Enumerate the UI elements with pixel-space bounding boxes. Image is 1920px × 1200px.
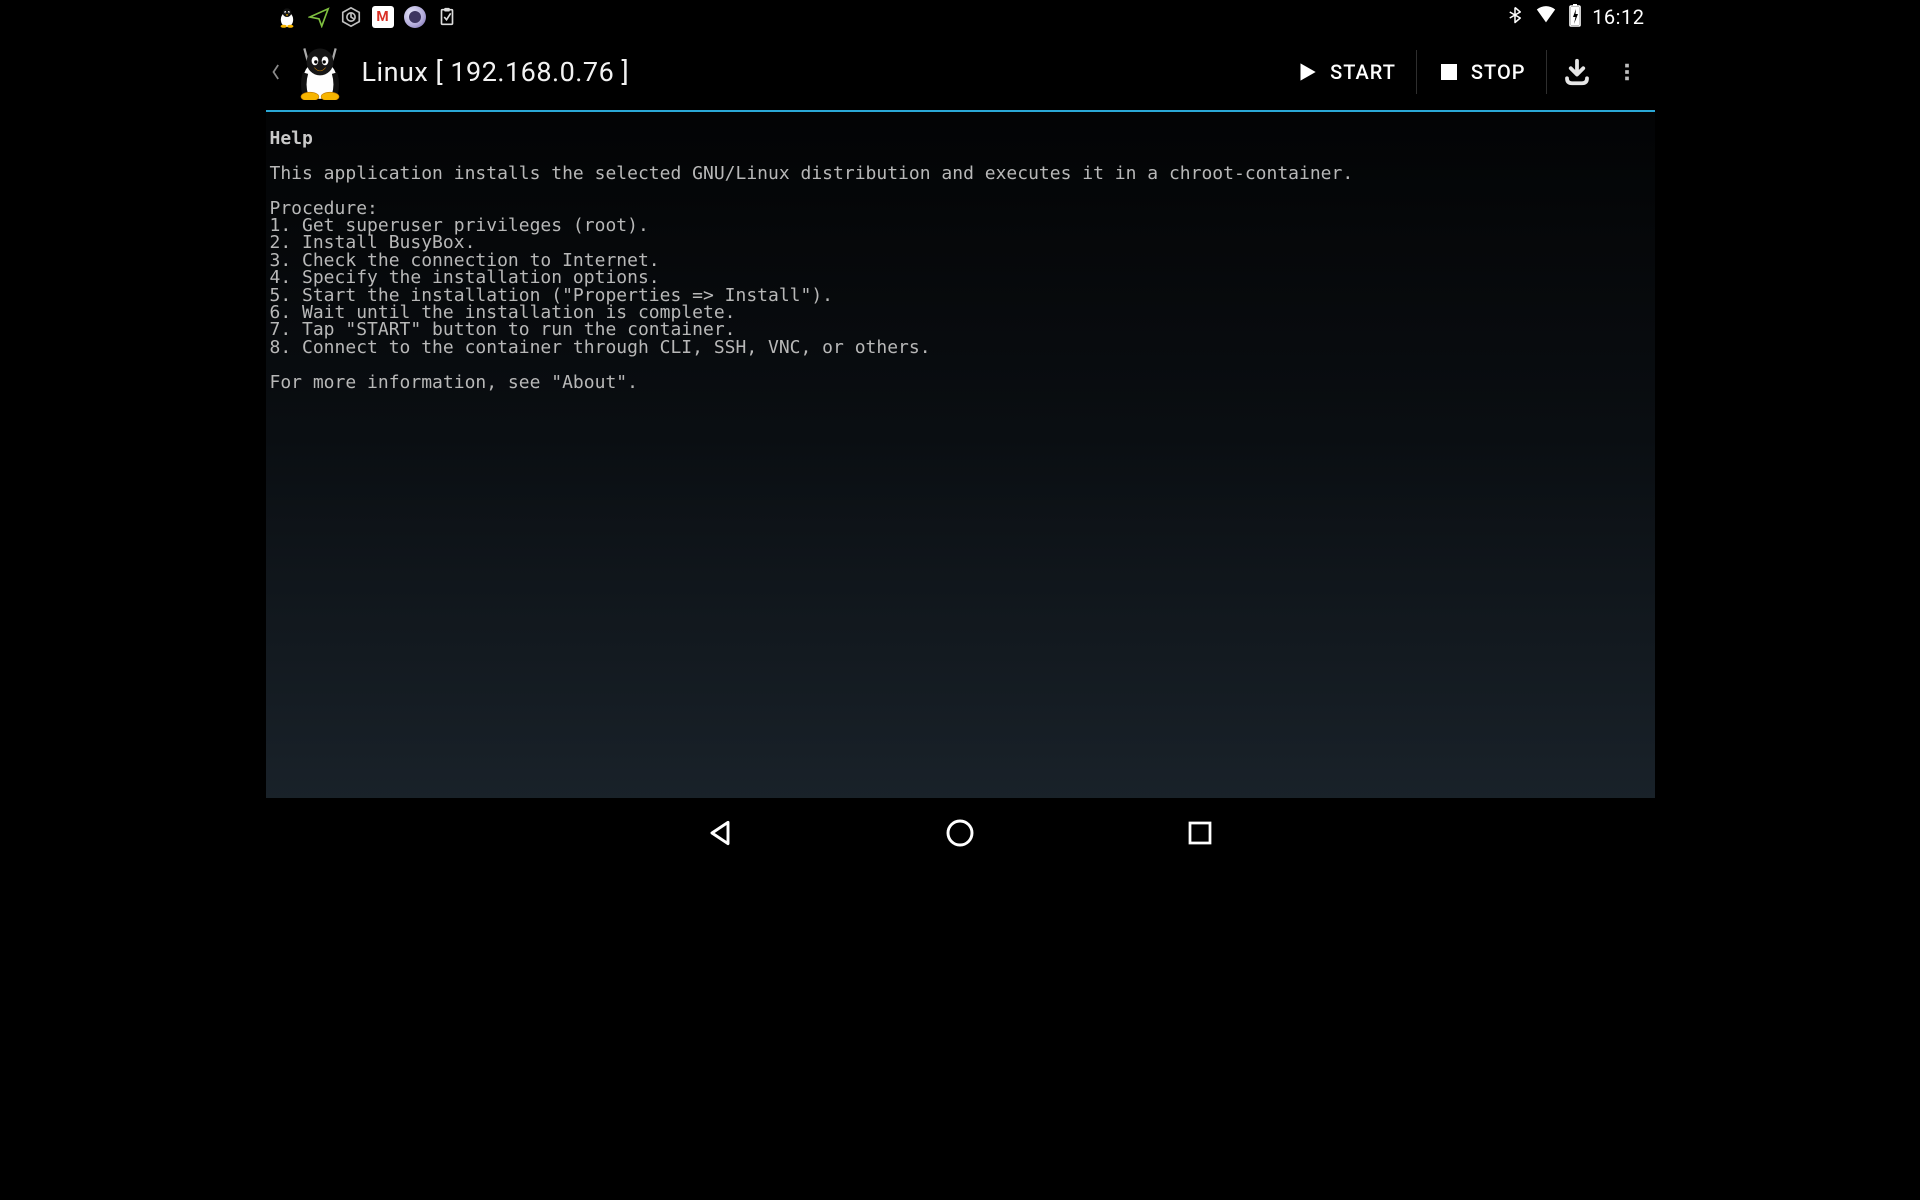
start-button[interactable]: START <box>1274 44 1416 100</box>
nav-recent-button[interactable] <box>1180 813 1220 853</box>
start-button-label: START <box>1330 60 1396 84</box>
gmail-notification-icon: M <box>372 6 394 28</box>
stop-button-label: STOP <box>1471 60 1526 84</box>
navigation-bar <box>266 798 1655 868</box>
download-button[interactable] <box>1547 44 1607 100</box>
help-heading: Help <box>270 128 313 149</box>
stop-button[interactable]: STOP <box>1417 44 1546 100</box>
terminal-output[interactable]: Help This application installs the selec… <box>266 112 1655 798</box>
nav-home-icon <box>944 817 976 849</box>
wifi-icon <box>1534 4 1558 30</box>
overflow-menu-button[interactable] <box>1607 44 1647 100</box>
back-button[interactable] <box>266 33 288 111</box>
nav-back-icon <box>704 817 736 849</box>
nav-back-button[interactable] <box>700 813 740 853</box>
help-intro: This application installs the selected G… <box>270 163 1354 184</box>
app-title: Linux [ 192.168.0.76 ] <box>362 56 630 88</box>
app-notification-icon <box>404 6 426 28</box>
more-vert-icon <box>1616 57 1638 87</box>
app-logo-tux-icon[interactable] <box>290 42 350 102</box>
bluetooth-icon <box>1506 4 1524 30</box>
procedure-step: 8. Connect to the container through CLI,… <box>270 337 931 358</box>
send-notification-icon <box>308 6 330 28</box>
play-icon <box>1294 59 1320 85</box>
nav-recent-icon <box>1185 818 1215 848</box>
linux-deploy-notification-icon <box>276 6 298 28</box>
clipboard-notification-icon <box>436 6 458 28</box>
stop-icon <box>1437 60 1461 84</box>
help-footer: For more information, see "About". <box>270 372 638 393</box>
download-icon <box>1562 57 1592 87</box>
status-clock: 16:12 <box>1592 5 1644 29</box>
app-bar: Linux [ 192.168.0.76 ] START STOP <box>266 34 1655 112</box>
battery-charging-icon <box>1568 3 1582 31</box>
status-bar[interactable]: M <box>266 0 1655 34</box>
update-notification-icon <box>340 6 362 28</box>
nav-home-button[interactable] <box>940 813 980 853</box>
